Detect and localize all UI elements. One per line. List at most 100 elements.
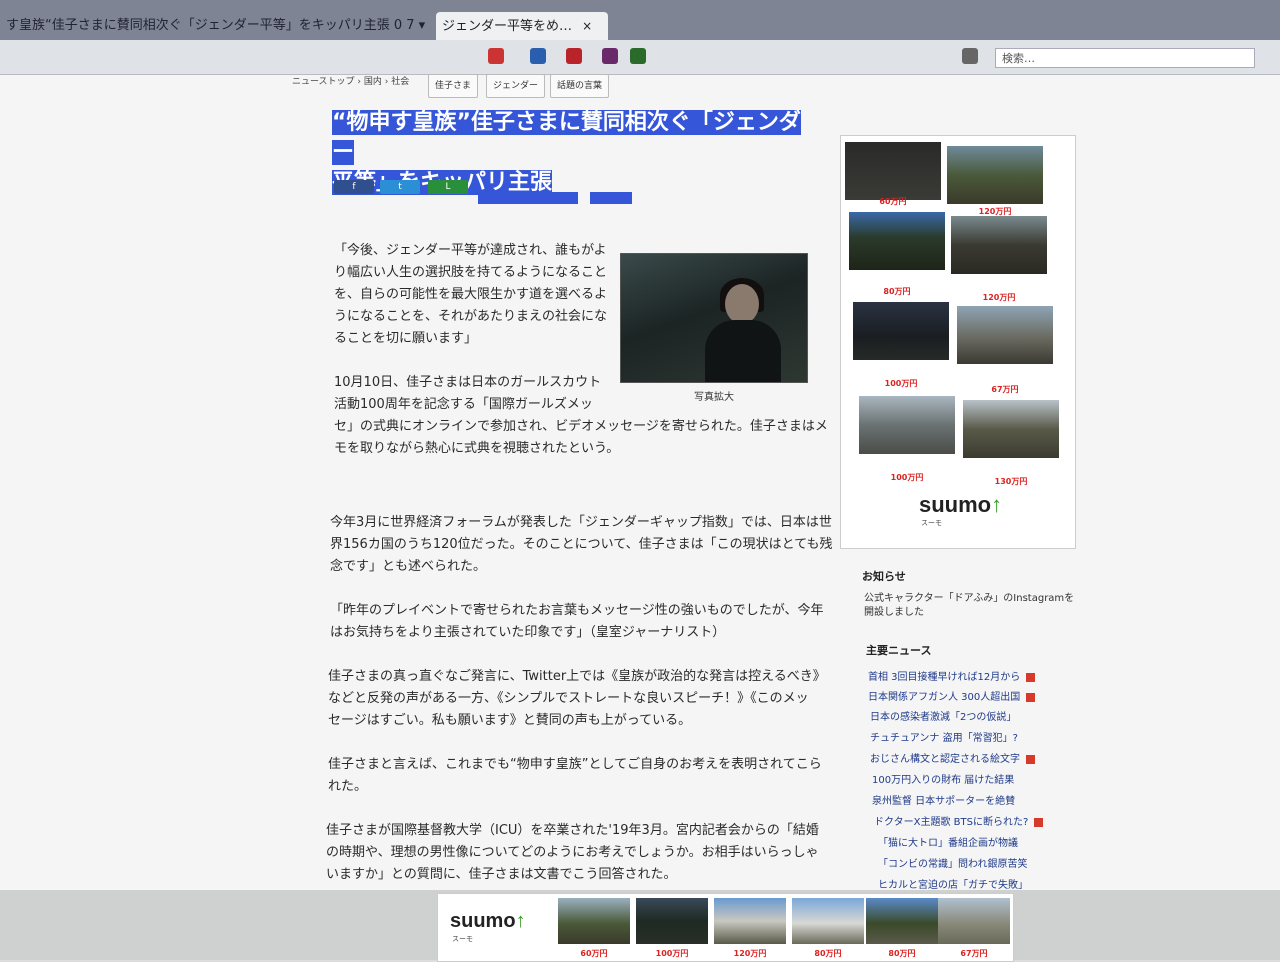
- extension-icon[interactable]: [488, 48, 504, 64]
- twitter-share-button[interactable]: t: [380, 180, 420, 194]
- article-line: 念です」とも述べられた。: [330, 559, 487, 574]
- photo-caption[interactable]: 写真拡大: [694, 388, 734, 403]
- photo-face: [725, 284, 759, 324]
- ad-thumbnail[interactable]: [558, 898, 630, 944]
- suumo-ad[interactable]: 60万円 120万円 80万円 120万円 100万円 67万円 100万円 1…: [840, 135, 1076, 549]
- article-line: はお気持ちをより主張されていた印象です」（皇室ジャーナリスト）: [330, 625, 726, 640]
- ad-thumbnail[interactable]: [938, 898, 1010, 944]
- suumo-logo[interactable]: suumo↑: [919, 492, 1002, 518]
- date-highlight: [590, 192, 632, 204]
- news-link[interactable]: 首相 3回目接種早ければ12月から: [868, 668, 1036, 683]
- suumo-sub: スーモ: [921, 519, 942, 527]
- news-heading: 主要ニュース: [866, 644, 932, 657]
- ad-thumbnail[interactable]: [859, 396, 955, 454]
- article-line: を、自らの可能性を最大限生かす道を選べるよ: [334, 287, 608, 302]
- ad-thumbnail[interactable]: [957, 306, 1053, 364]
- bottom-suumo-ad[interactable]: suumo↑ スーモ 60万円 100万円 120万円 80万円 80万円 67…: [437, 893, 1014, 962]
- close-icon[interactable]: ×: [582, 19, 592, 33]
- news-link[interactable]: 「コンビの常識」問われ銀原苦笑: [878, 855, 1028, 870]
- article-line: 佳子さまの真っ直ぐなご発言に、Twitter上では《皇族が政治的な発言は控えるべ…: [328, 669, 826, 684]
- article-line: いますか」との質問に、佳子さまは文書でこう回答された。: [326, 867, 677, 882]
- ad-price: 120万円: [982, 293, 1016, 302]
- news-title: ドクターX主題歌 BTSに断られた?: [874, 817, 1029, 828]
- news-link[interactable]: ヒカルと宮迫の店「ガチで失敗」: [878, 876, 1028, 891]
- ad-thumbnail[interactable]: [714, 898, 786, 944]
- article-line: 「昨年のプレイベントで寄せられたお言葉もメッセージ性の強いものでしたが、今年: [330, 603, 824, 618]
- ad-price: 100万円: [655, 949, 689, 958]
- line-share-button[interactable]: L: [428, 180, 468, 194]
- photo-body: [705, 320, 781, 382]
- extension-icon[interactable]: [530, 48, 546, 64]
- breadcrumb[interactable]: ニューストップ › 国内 › 社会: [292, 74, 409, 87]
- news-title: 首相 3回目接種早ければ12月から: [868, 672, 1021, 683]
- notice-link[interactable]: 公式キャラクター「ドアふみ」のInstagramを開設しました: [864, 592, 1084, 620]
- news-link[interactable]: 「猫に大トロ」番組企画が物議: [878, 834, 1018, 849]
- article-line: の時期や、理想の男性像についてどのようにお考えでしょうか。お相手はいらっしゃ: [326, 845, 819, 860]
- news-link[interactable]: おじさん構文と認定される絵文字: [870, 750, 1035, 765]
- ad-price: 80万円: [814, 949, 842, 958]
- news-title: おじさん構文と認定される絵文字: [870, 754, 1020, 765]
- news-title: 日本の感染者激減「2つの仮説」: [870, 712, 1017, 723]
- logo-text: suumo: [919, 492, 992, 517]
- news-title: チュチュアンナ 盗用「常習犯」?: [870, 733, 1018, 744]
- ad-price: 80万円: [883, 287, 911, 296]
- ad-thumbnail[interactable]: [951, 216, 1047, 274]
- ad-price: 100万円: [884, 379, 918, 388]
- article-line: 10月10日、佳子さまは日本のガールスカウト: [334, 375, 602, 390]
- ad-price: 60万円: [879, 197, 907, 206]
- browser-toolbar: 検索…: [0, 40, 1280, 75]
- search-input[interactable]: 検索…: [995, 48, 1255, 68]
- article-line: 界156カ国のうち120位だった。そのことについて、佳子さまは「この現状はとても…: [330, 537, 833, 552]
- ad-price: 130万円: [994, 477, 1028, 486]
- article-line: セージはすごい。私も願います》と賛同の声も上がっている。: [328, 713, 692, 728]
- title-line: “物申す皇族”佳子さまに賛同相次ぐ「ジェンダー: [332, 110, 801, 165]
- article-line: 活動100周年を記念する「国際ガールズメッ: [334, 397, 593, 412]
- news-title: 100万円入りの財布 届けた結果: [872, 775, 1015, 786]
- ad-thumbnail[interactable]: [792, 898, 864, 944]
- article-line: モを取りながら熱心に式典を視聴されたという。: [334, 441, 620, 456]
- arrow-up-icon: ↑: [991, 492, 1003, 517]
- extension-icon[interactable]: [566, 48, 582, 64]
- tag-link[interactable]: ジェンダー: [486, 74, 546, 98]
- ad-price: 120万円: [733, 949, 767, 958]
- facebook-share-button[interactable]: f: [334, 180, 374, 194]
- logo-text: suumo: [450, 910, 516, 932]
- article-line: ることを切に願います」: [334, 331, 478, 346]
- news-title: 「コンビの常識」問われ銀原苦笑: [878, 859, 1028, 870]
- news-link[interactable]: ドクターX主題歌 BTSに断られた?: [874, 813, 1044, 828]
- arrow-up-icon: ↑: [515, 910, 526, 932]
- new-badge-icon: [1026, 754, 1035, 764]
- news-link[interactable]: 日本関係アフガン人 300人超出国: [868, 688, 1036, 703]
- tab-article[interactable]: す皇族“佳子さまに賛同相次ぐ「ジェンダー平等」をキッパリ主張 0 7 ▾: [0, 12, 436, 40]
- article-photo[interactable]: [620, 253, 808, 383]
- suumo-sub: スーモ: [452, 935, 473, 943]
- extension-icon[interactable]: [602, 48, 618, 64]
- ad-price: 100万円: [890, 473, 924, 482]
- news-title: 「猫に大トロ」番組企画が物議: [878, 838, 1018, 849]
- suumo-logo[interactable]: suumo↑: [450, 910, 526, 933]
- ad-thumbnail[interactable]: [853, 302, 949, 360]
- ad-thumbnail[interactable]: [947, 146, 1043, 204]
- article-line: れた。: [328, 779, 368, 794]
- tab-current[interactable]: ジェンダー平等をめ… ×: [436, 12, 608, 40]
- tab-label: ジェンダー平等をめ…: [442, 19, 573, 34]
- news-link[interactable]: 日本の感染者激減「2つの仮説」: [870, 708, 1016, 723]
- ad-price: 67万円: [991, 385, 1019, 394]
- ad-thumbnail[interactable]: [849, 212, 945, 270]
- ad-thumbnail[interactable]: [845, 142, 941, 200]
- extension-icon[interactable]: [630, 48, 646, 64]
- article-line: 佳子さまと言えば、これまでも“物申す皇族”としてご自身のお考えを表明されてこら: [328, 757, 822, 772]
- news-link[interactable]: 泉州監督 日本サポーターを絶賛: [872, 792, 1015, 807]
- ad-thumbnail[interactable]: [866, 898, 938, 944]
- ad-price: 67万円: [960, 949, 988, 958]
- news-link[interactable]: チュチュアンナ 盗用「常習犯」?: [870, 729, 1018, 744]
- article-line: セ」の式典にオンラインで参加され、ビデオメッセージを寄せられた。佳子さまはメ: [334, 419, 828, 434]
- article-line: 今年3月に世界経済フォーラムが発表した「ジェンダーギャップ指数」では、日本は世: [330, 515, 832, 530]
- tag-link[interactable]: 佳子さま: [428, 74, 479, 98]
- tag-link[interactable]: 話題の言葉: [550, 74, 610, 98]
- tab-label: す皇族“佳子さまに賛同相次ぐ「ジェンダー平等」をキッパリ主張 0 7 ▾: [6, 18, 426, 33]
- news-link[interactable]: 100万円入りの財布 届けた結果: [872, 771, 1014, 786]
- ad-thumbnail[interactable]: [636, 898, 708, 944]
- new-badge-icon: [1026, 692, 1036, 702]
- ad-thumbnail[interactable]: [963, 400, 1059, 458]
